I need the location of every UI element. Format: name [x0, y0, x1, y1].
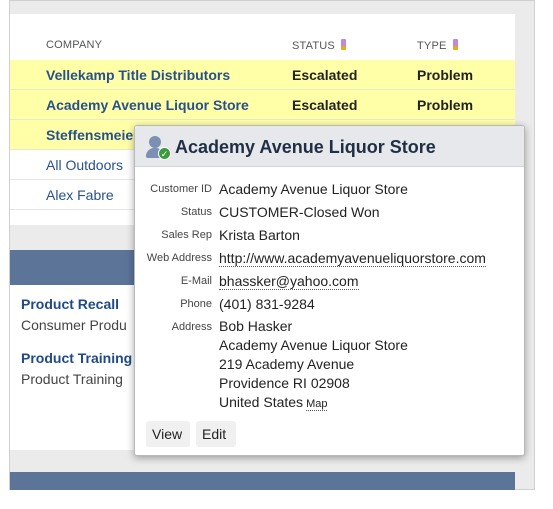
view-button[interactable]: View [146, 421, 190, 447]
field-value: Academy Avenue Liquor Store [219, 181, 408, 197]
column-header-company[interactable]: COMPANY [46, 39, 102, 51]
type-cell: Problem [417, 67, 474, 83]
field-label: Address [171, 321, 212, 333]
field-label: Web Address [146, 252, 212, 264]
company-link[interactable]: Alex Fabre [46, 187, 114, 203]
promo-subtitle: Consumer Produ [21, 317, 127, 333]
customer-hover-card: ✓ Academy Avenue Liquor Store Customer I… [134, 125, 525, 456]
card-header: ✓ Academy Avenue Liquor Store [135, 126, 524, 167]
company-link[interactable]: Vellekamp Title Distributors [46, 67, 230, 83]
column-header-type-label: TYPE [417, 40, 447, 52]
field-label: E-Mail [180, 275, 212, 287]
promo-title-link[interactable]: Product Recall [21, 296, 119, 312]
company-link[interactable]: All Outdoors [46, 157, 123, 173]
web-address-link[interactable]: http://www.academyavenueliquorstore.com [219, 250, 486, 267]
map-link[interactable]: Map [306, 398, 328, 411]
field-label: Customer ID [150, 183, 212, 195]
type-cell: Problem [417, 97, 474, 113]
address-line: 219 Academy Avenue [219, 356, 355, 372]
address-block: Bob Hasker Academy Avenue Liquor Store 2… [219, 317, 408, 414]
company-link[interactable]: Academy Avenue Liquor Store [46, 97, 249, 113]
field-label: Phone [180, 298, 212, 310]
field-label: Status [180, 206, 212, 218]
address-line: Academy Avenue Liquor Store [219, 337, 408, 353]
field-value: (401) 831-9284 [219, 296, 315, 312]
table-row[interactable]: Vellekamp Title Distributors Escalated P… [10, 60, 515, 90]
promo-title-link[interactable]: Product Training [21, 350, 132, 366]
email-link[interactable]: bhassker@yahoo.com [219, 273, 359, 290]
address-line: Bob Hasker [219, 318, 293, 334]
promo-subtitle: Product Training [21, 371, 123, 387]
section-footer-bar [10, 472, 515, 490]
table-header: COMPANY STATUS TYPE [10, 29, 515, 63]
table-row[interactable]: Academy Avenue Liquor Store Escalated Pr… [10, 90, 515, 120]
field-label: Sales Rep [161, 229, 212, 241]
pencil-icon[interactable] [452, 39, 458, 50]
column-header-status[interactable]: STATUS [292, 39, 346, 52]
address-line: United States [219, 394, 304, 410]
field-value: CUSTOMER-Closed Won [219, 204, 380, 220]
column-header-status-label: STATUS [292, 40, 335, 52]
status-cell: Escalated [292, 97, 358, 113]
edit-button[interactable]: Edit [196, 421, 236, 447]
address-line: Providence RI 02908 [219, 375, 350, 391]
status-cell: Escalated [292, 67, 358, 83]
pencil-icon[interactable] [340, 39, 346, 50]
address-country-row: United States Map [219, 393, 408, 414]
company-link[interactable]: Steffensmeie [46, 127, 133, 143]
customer-check-icon: ✓ [146, 136, 171, 160]
card-title: Academy Avenue Liquor Store [175, 137, 436, 157]
column-header-type[interactable]: TYPE [417, 39, 458, 52]
field-value: Krista Barton [219, 227, 300, 243]
